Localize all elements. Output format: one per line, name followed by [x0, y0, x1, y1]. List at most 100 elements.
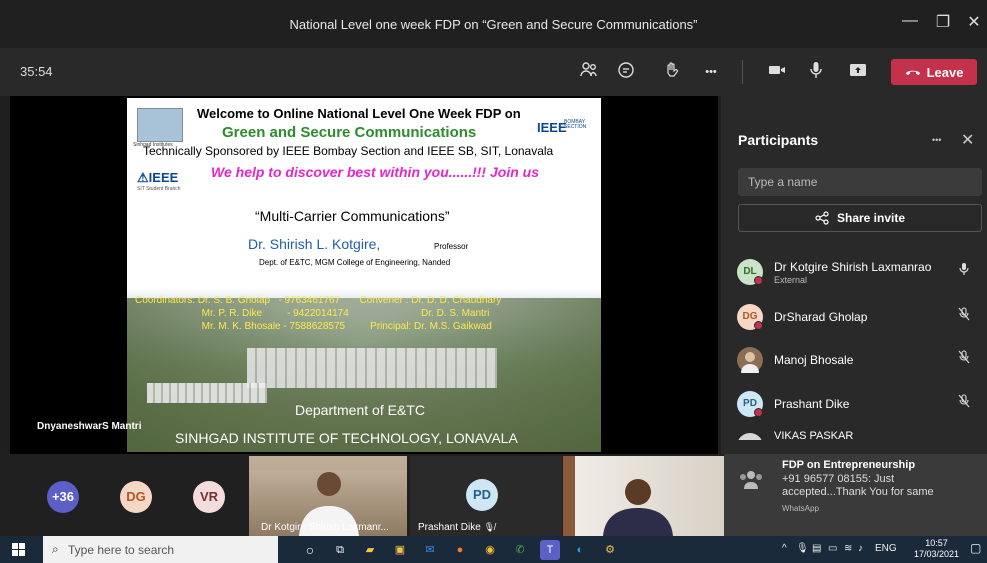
- video-tile[interactable]: Dr Kotgire Shirish Laxmanr...: [249, 456, 407, 536]
- share-invite-label: Share invite: [836, 211, 906, 225]
- participants-title: Participants: [738, 132, 819, 148]
- tile-name-label: Dr Kotgire Shirish Laxmanr...: [261, 522, 389, 533]
- share-screen-icon[interactable]: [846, 60, 870, 84]
- shared-slide: Sinhgad Institutes Welcome to Online Nat…: [127, 98, 601, 452]
- ieee-sit-logo: ⚠IEEE: [137, 170, 179, 185]
- external-badge: [754, 276, 763, 285]
- task-view-icon[interactable]: ⧉: [330, 540, 350, 560]
- share-invite-button[interactable]: Share invite: [738, 204, 982, 232]
- microphone-icon[interactable]: [804, 60, 828, 84]
- slide-speaker-dept: Dept. of E&TC, MGM College of Engineerin…: [259, 258, 451, 267]
- participant-name: DrSharad Gholap: [774, 310, 868, 324]
- settings-icon[interactable]: ⚙: [600, 540, 620, 560]
- participant-row[interactable]: PD Prashant Dike: [737, 388, 983, 420]
- language-indicator[interactable]: ENG: [875, 543, 897, 554]
- video-tile[interactable]: PD Prashant Dike 🎙︎̸: [410, 456, 562, 536]
- video-gallery: +36 DG VR Dr Kotgire Shirish Laxmanr... …: [0, 454, 724, 536]
- microphone-tray-icon[interactable]: 🎙︎: [796, 543, 809, 554]
- avatar[interactable]: VR: [193, 481, 225, 513]
- participant-row[interactable]: DG DrSharad Gholap: [737, 301, 983, 333]
- file-explorer-icon[interactable]: ▰: [360, 540, 380, 560]
- chat-icon[interactable]: [614, 60, 638, 84]
- ieee-bombay-sub2: SECTION: [564, 124, 587, 130]
- participant-name: Manoj Bhosale: [774, 353, 854, 367]
- group-icon: [736, 467, 766, 491]
- participant-name: Dr Kotgire Shirish Laxmanrao: [774, 260, 932, 274]
- participant-row[interactable]: VIKAS PASKAR: [737, 430, 983, 440]
- slide-tagline: We help to discover best within you.....…: [211, 164, 539, 180]
- battery-icon[interactable]: ▭: [828, 543, 837, 554]
- person-video-icon: [563, 456, 673, 536]
- taskbar-search-input[interactable]: [43, 536, 278, 563]
- store-icon[interactable]: ▣: [390, 540, 410, 560]
- teams-icon[interactable]: T: [540, 540, 560, 560]
- more-actions-icon[interactable]: •••: [699, 60, 723, 84]
- avatar: PD: [466, 479, 498, 511]
- camera-icon[interactable]: [765, 60, 789, 84]
- participant-search-input[interactable]: [738, 168, 982, 196]
- participant-row[interactable]: Manoj Bhosale: [737, 344, 983, 376]
- avatar: [737, 433, 763, 440]
- avatar: [737, 347, 763, 373]
- notification-app: WhatsApp: [782, 504, 819, 513]
- leave-label: Leave: [926, 64, 964, 80]
- clock-date: 17/03/2021: [914, 549, 960, 559]
- ieee-bombay-logo: IEEE: [537, 120, 567, 135]
- share-icon: [815, 211, 829, 225]
- toolbar-divider: [742, 60, 743, 84]
- microphone-muted-icon: 🎙︎̸: [483, 522, 496, 532]
- coordinators-line-2: Mr. P. R. Dike - 9422014174 Dr. D. S. Ma…: [135, 308, 490, 319]
- sinhgad-logo: [137, 108, 183, 142]
- coordinators-line-3: Mr. M. K. Bhosale - 7588628575 Principal…: [135, 321, 492, 332]
- slide-coordinators: Coordinators: Dr. S. B. Gholap - 9763461…: [135, 294, 501, 333]
- raise-hand-icon[interactable]: [660, 60, 684, 84]
- slide-talk-title: “Multi-Carrier Communications”: [255, 208, 450, 224]
- video-tile[interactable]: [563, 456, 724, 536]
- tile-name-label: Prashant Dike 🎙︎̸: [418, 522, 495, 533]
- avatar[interactable]: DG: [120, 481, 152, 513]
- coordinators-line-1: Coordinators: Dr. S. B. Gholap - 9763461…: [135, 295, 502, 306]
- tile-name-text: Prashant Dike: [418, 522, 481, 533]
- participants-icon[interactable]: [577, 60, 601, 84]
- network-icon[interactable]: ▤: [812, 543, 821, 554]
- cortana-icon[interactable]: ○: [300, 540, 320, 560]
- close-button[interactable]: ✕: [962, 12, 986, 32]
- clock-time: 10:57: [925, 538, 948, 548]
- maximize-button[interactable]: ❐: [931, 12, 955, 32]
- whatsapp-notification[interactable]: FDP on Entrepreneurship +91 96577 08155:…: [724, 454, 987, 536]
- slide-campus-buildings: [247, 348, 497, 388]
- chevron-up-icon[interactable]: ^: [782, 543, 787, 554]
- firefox-icon[interactable]: ●: [450, 540, 470, 560]
- participant-name: Prashant Dike: [774, 397, 850, 411]
- chrome-icon[interactable]: ◉: [480, 540, 500, 560]
- slide-welcome-text: Welcome to Online National Level One Wee…: [197, 106, 521, 121]
- slide-fdp-title: Green and Secure Communications: [222, 124, 477, 141]
- wifi-icon[interactable]: ≋: [844, 543, 852, 554]
- panel-close-icon[interactable]: ✕: [961, 130, 974, 150]
- search-icon: ⌕: [52, 542, 59, 556]
- mail-icon[interactable]: ✉: [420, 540, 440, 560]
- minimize-button[interactable]: —: [898, 12, 922, 30]
- window-title: National Level one week FDP on “Green an…: [289, 17, 698, 32]
- leave-button[interactable]: Leave: [891, 59, 977, 85]
- ieee-sit-caption: SIT Student Branch: [137, 186, 181, 192]
- panel-more-icon[interactable]: •••: [932, 135, 941, 145]
- slide-campus-buildings-left: [147, 383, 267, 403]
- microphone-muted-icon: [955, 394, 973, 411]
- windows-taskbar: ⌕ ○ ⧉ ▰ ▣ ✉ ● ◉ ✆ T ◐ ⚙ ^ 🎙︎ ▤ ▭ ≋ ♪ ENG…: [0, 536, 987, 563]
- microphone-icon: [955, 262, 973, 279]
- participant-row[interactable]: DL Dr Kotgire Shirish Laxmanrao External: [737, 256, 983, 288]
- meeting-timer: 35:54: [20, 64, 53, 79]
- clock[interactable]: 10:57 17/03/2021: [914, 538, 959, 560]
- whatsapp-icon[interactable]: ✆: [510, 540, 530, 560]
- notifications-icon[interactable]: ▢: [970, 541, 981, 555]
- edge-icon[interactable]: ◐: [570, 540, 590, 560]
- title-bar: National Level one week FDP on “Green an…: [0, 0, 987, 48]
- person-photo-icon: [741, 352, 759, 373]
- status-badge: [754, 408, 763, 417]
- windows-start-icon[interactable]: [12, 543, 25, 556]
- volume-icon[interactable]: ♪: [858, 543, 863, 554]
- ieee-bombay-logo-sub: BOMBAY SECTION: [564, 120, 586, 130]
- overflow-participants-button[interactable]: +36: [47, 481, 79, 513]
- ieee-sit-logo-text: IEEE: [148, 170, 179, 185]
